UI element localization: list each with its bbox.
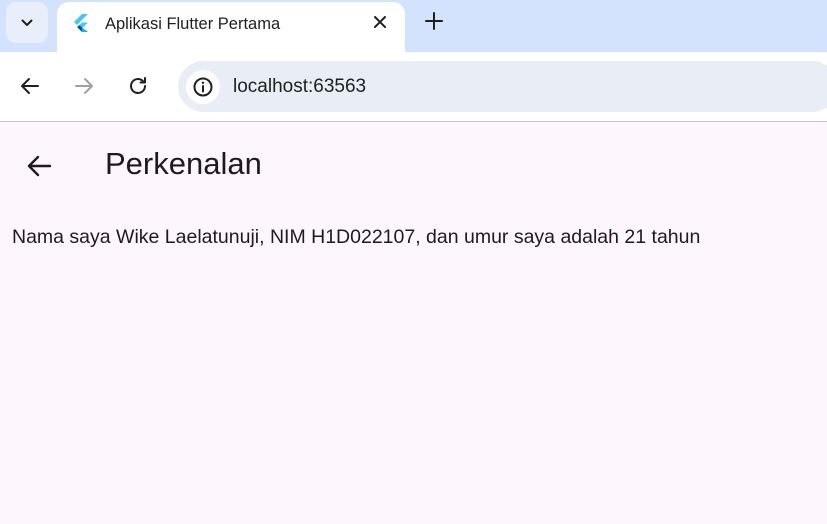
reload-icon (130, 77, 146, 94)
chevron-down-icon (21, 19, 33, 26)
flutter-logo-icon (74, 14, 88, 32)
arrow-right-icon (75, 78, 93, 94)
tab-strip: Aplikasi Flutter Pertama (0, 0, 827, 52)
browser-tab[interactable]: Aplikasi Flutter Pertama (57, 2, 405, 52)
app-bar: Perkenalan (0, 123, 827, 207)
forward-button[interactable] (73, 75, 95, 97)
info-icon (193, 77, 213, 97)
browser-toolbar: localhost:63563 (0, 52, 827, 122)
intro-text: Nama saya Wike Laelatunuji, NIM H1D02210… (12, 226, 701, 248)
tab-title: Aplikasi Flutter Pertama (105, 15, 281, 33)
tab-search-button[interactable] (6, 2, 48, 43)
plus-icon[interactable] (424, 11, 444, 31)
reload-button[interactable] (127, 75, 149, 97)
site-info-button[interactable] (186, 70, 220, 104)
page-title: Perkenalan (105, 146, 262, 181)
arrow-left-icon (21, 78, 39, 94)
url-text[interactable]: localhost:63563 (233, 76, 366, 98)
close-icon[interactable] (371, 13, 389, 31)
back-button[interactable] (19, 75, 41, 97)
app-back-button[interactable] (25, 152, 53, 180)
arrow-left-icon (27, 155, 52, 177)
address-bar[interactable]: localhost:63563 (178, 61, 827, 112)
